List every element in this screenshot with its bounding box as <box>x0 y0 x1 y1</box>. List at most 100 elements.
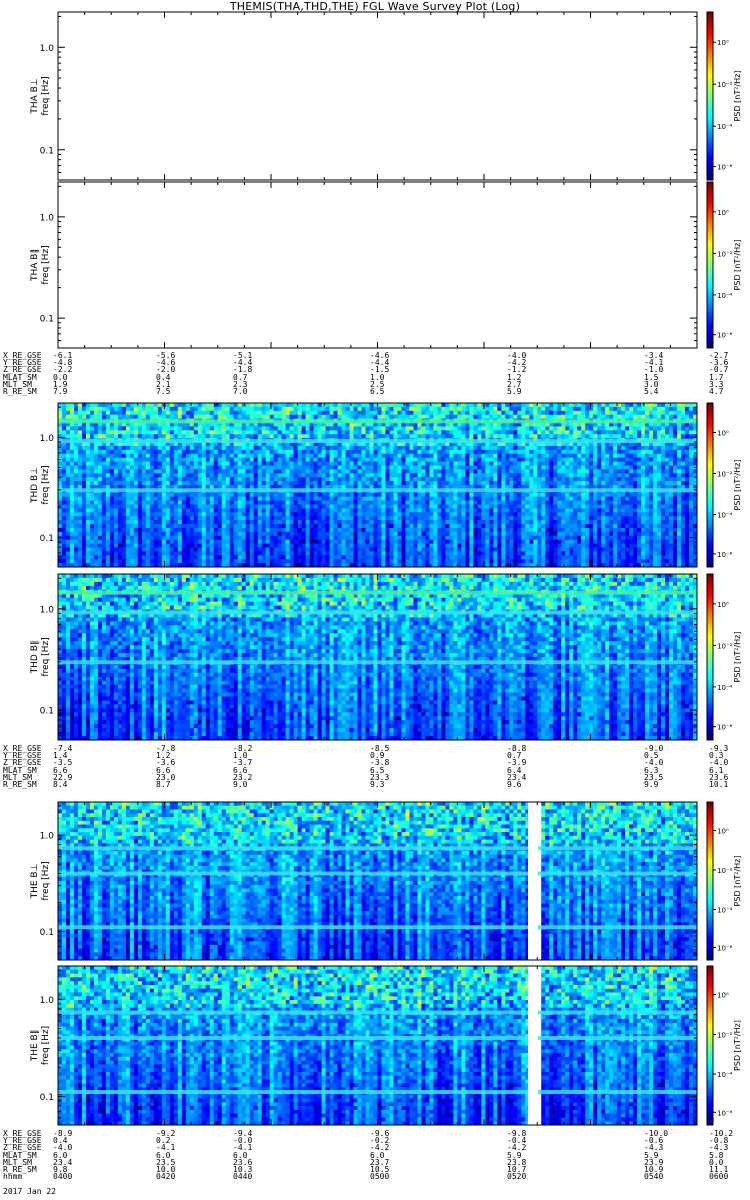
ephemeris-column: -7.8 1.2 -3.6 6.6 23.0 8.7 <box>156 744 175 788</box>
colorbar-tick-label: 10⁻² <box>717 867 733 875</box>
ephemeris-value: 9.9 <box>644 780 663 788</box>
y-tick-label: 0.1 <box>40 707 54 717</box>
colorbar-tick-label: 10⁻⁴ <box>717 123 733 131</box>
ephemeris-value: 9.3 <box>370 780 389 788</box>
ephemeris-column: -9.6 -0.2 -4.2 6.0 23.7 10.5 0500 <box>370 1129 389 1180</box>
ephemeris-column: -10.0 -0.6 -4.3 5.9 23.9 10.9 0540 <box>644 1129 668 1181</box>
ephemeris-column: -8.5 0.9 -3.8 6.5 23.3 9.3 <box>370 744 389 788</box>
colorbar-tick-label: 10⁻² <box>717 1031 733 1039</box>
y-tick-label: 0.1 <box>40 928 54 938</box>
colorbar-tick-label: 10⁻⁶ <box>717 164 733 172</box>
y-axis-label-probe: THD B∥ <box>30 641 40 675</box>
y-axis-label-freq: freq [Hz] <box>41 861 51 900</box>
ephemeris-value: 7.9 <box>53 387 72 395</box>
ephemeris-value: 5.4 <box>644 387 663 395</box>
y-axis-label-probe: THE B⊥ <box>30 863 40 899</box>
y-tick-label: 1.0 <box>40 434 55 444</box>
ephemeris-column: -9.0 0.5 -4.0 6.3 23.5 9.9 <box>644 744 663 788</box>
ephemeris-column: -8.2 1.0 -3.7 6.6 23.2 9.0 <box>233 744 252 788</box>
ephemeris-value: 7.5 <box>156 387 175 395</box>
ephemeris-value: 0400 <box>53 1173 72 1181</box>
ephemeris-value: 6.5 <box>370 387 389 395</box>
colorbar-tick-label: 10⁻² <box>717 471 733 479</box>
colorbar-tick-label: 10⁻⁴ <box>717 292 733 300</box>
colorbar-tick-label: 10⁻⁶ <box>717 724 733 732</box>
colorbar-tick-label: 10⁰ <box>717 430 729 438</box>
ephemeris-column: -4.6 -4.4 -1.5 1.0 2.5 6.5 <box>370 351 389 395</box>
colorbar-tick-label: 10⁰ <box>717 992 729 1000</box>
date-label: 2017 Jan 22 <box>3 1188 56 1196</box>
y-axis-label-freq: freq [Hz] <box>41 637 51 676</box>
y-tick-label: 1.0 <box>40 213 55 223</box>
ephemeris-value: 0520 <box>507 1173 526 1181</box>
ephemeris-value: 0440 <box>233 1173 252 1181</box>
panel-thd-bperp: 1.0 0.1 THD B⊥ freq [Hz] 10⁰ 10⁻² 10⁻⁴ 10⁻⁶ PSD … <box>30 402 742 568</box>
y-axis-label-freq: freq [Hz] <box>41 1026 51 1065</box>
y-tick-label: 1.0 <box>40 996 55 1006</box>
colorbar-tick-label: 10⁻² <box>717 81 733 89</box>
ephemeris-column: -6.1 -4.8 -2.2 0.0 1.9 7.9 <box>53 351 72 395</box>
y-tick-label: 0.1 <box>40 315 54 325</box>
colorbar-tick-label: 10⁻⁶ <box>717 1109 733 1117</box>
y-axis-label-probe: THE B∥ <box>30 1030 40 1063</box>
ephemeris-value: 10.1 <box>709 780 728 788</box>
colorbar-label: PSD [nT²/Hz] <box>733 1020 742 1071</box>
ephemeris-value: 8.4 <box>53 780 72 788</box>
colorbar-tick-label: 10⁻⁶ <box>717 332 733 340</box>
y-axis-label-probe: THD B⊥ <box>30 467 40 504</box>
ephemeris-value: 0600 <box>709 1173 733 1181</box>
panel-frame <box>57 11 698 181</box>
colorbar-tick-label: 10⁻⁴ <box>717 512 733 520</box>
ephemeris-label: R_RE_SM <box>3 387 42 395</box>
colorbar-tick-label: 10⁰ <box>717 209 729 217</box>
y-tick-label: 1.0 <box>40 605 55 615</box>
ephemeris-value: 0540 <box>644 1173 668 1181</box>
colorbar-label: PSD [nT²/Hz] <box>733 856 742 907</box>
colorbar-tick-label: 10⁻⁶ <box>717 944 733 952</box>
ephemeris-value: 9.6 <box>507 780 526 788</box>
colorbar-label: PSD [nT²/Hz] <box>733 632 742 683</box>
y-axis-label-probe: THA B⊥ <box>30 78 40 114</box>
ephemeris-column: -2.7 -3.6 -0.7 1.7 3.3 4.7 <box>709 351 728 395</box>
ephemeris-column: -9.4 -0.0 -4.1 6.0 23.6 10.3 0440 <box>233 1129 252 1181</box>
panel-frame <box>57 181 698 349</box>
colorbar-label: PSD [nT²/Hz] <box>733 460 742 511</box>
colorbar: 10⁰ 10⁻² 10⁻⁴ 10⁻⁶ PSD [nT²/Hz] <box>706 965 742 1126</box>
colorbar-tick-label: 10⁻⁴ <box>717 1071 733 1079</box>
ephemeris-value: 9.0 <box>233 780 252 788</box>
ephemeris-column: -7.4 1.4 -3.5 6.6 22.9 8.4 <box>53 744 72 788</box>
ephemeris-value: 7.0 <box>233 387 252 395</box>
panel-tha-bperp: 1.0 0.1 THA B⊥ freq [Hz] 10⁰ 10⁻² 10⁻⁴ 10⁻⁶ PSD … <box>30 11 742 181</box>
colorbar-tick-label: 10⁰ <box>717 601 729 609</box>
y-tick-label: 0.1 <box>40 146 54 156</box>
ephemeris-column: -8.9 0.4 -4.0 6.0 23.4 9.8 0400 <box>53 1129 72 1181</box>
ephemeris-column: -9.2 0.2 -4.1 6.0 23.5 10.0 0420 <box>156 1129 175 1180</box>
ephemeris-column: -10.2 -0.8 -4.3 5.8 0.0 11.1 0600 <box>709 1129 733 1181</box>
colorbar-label: PSD [nT²/Hz] <box>733 240 742 291</box>
y-axis-label-freq: freq [Hz] <box>41 465 51 504</box>
y-tick-label: 0.1 <box>40 534 54 544</box>
y-tick-label: 1.0 <box>40 44 55 54</box>
ephemeris-column: -5.6 -4.6 -2.0 0.4 2.1 7.5 <box>156 351 175 395</box>
colorbar: 10⁰ 10⁻² 10⁻⁴ 10⁻⁶ PSD [nT²/Hz] <box>706 801 742 961</box>
panel-tha-bpar: 1.0 0.1 THA B∥ freq [Hz] 10⁰ 10⁻² 10⁻⁴ 10⁻⁶ PSD … <box>30 181 742 349</box>
ephemeris-column: -9.8 -0.4 -4.2 5.9 23.8 10.7 0520 <box>507 1129 526 1181</box>
colorbar: 10⁰ 10⁻² 10⁻⁴ 10⁻⁶ PSD [nT²/Hz] <box>706 181 742 349</box>
ephemeris-value: 5.9 <box>507 387 526 395</box>
colorbar-tick-label: 10⁰ <box>717 827 729 835</box>
ephemeris-labels: X_RE_GSE Y_RE_GSE Z_RE_GSE MLAT_SM MLT_SM R_R… <box>3 351 42 395</box>
spectrogram-figure: 1.00.1THA B⊥ freq [Hz]10⁰10⁻²10⁻⁴10⁻⁶PSD … <box>30 11 742 1126</box>
ephemeris-column: -3.4 -4.1 -1.0 1.5 3.0 5.4 <box>644 351 663 395</box>
ephemeris-column: -4.0 -4.2 -1.2 1.2 2.7 5.9 <box>507 351 526 395</box>
colorbar-tick-label: 10⁰ <box>717 39 729 47</box>
ephemeris-label: hhmm <box>3 1173 42 1181</box>
ephemeris-column: -8.8 0.7 -3.9 6.4 23.4 9.6 <box>507 744 526 788</box>
ephemeris-value: 4.7 <box>709 387 728 395</box>
y-axis-label-freq: freq [Hz] <box>41 76 51 115</box>
colorbar: 10⁰ 10⁻² 10⁻⁴ 10⁻⁶ PSD [nT²/Hz] <box>706 573 742 741</box>
ephemeris-column: -5.1 -4.4 -1.8 0.7 2.3 7.0 <box>233 351 252 395</box>
panel-the-bpar: 1.0 0.1 THE B∥ freq [Hz] 10⁰ 10⁻² 10⁻⁴ 10⁻⁶ PSD … <box>30 965 742 1126</box>
colorbar-tick-label: 10⁻² <box>717 642 733 650</box>
colorbar-tick-label: 10⁻⁶ <box>717 551 733 559</box>
y-axis-label-freq: freq [Hz] <box>41 245 51 284</box>
